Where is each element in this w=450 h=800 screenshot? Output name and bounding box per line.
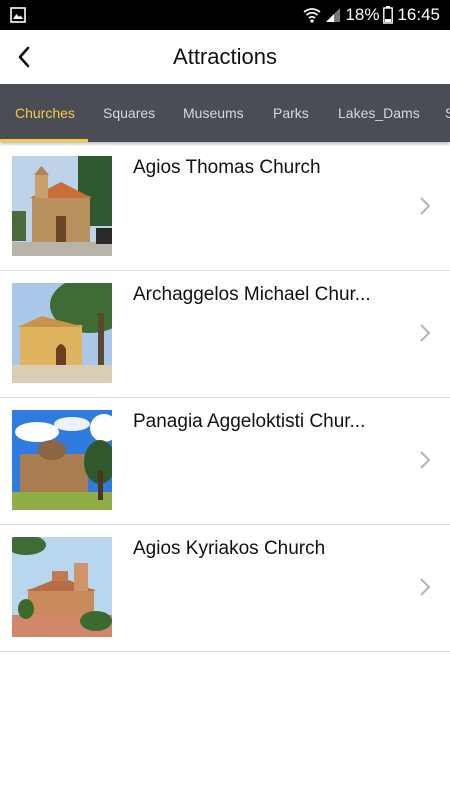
attractions-list: Agios Thomas Church Archaggelos Michael …: [0, 144, 450, 652]
battery-percent: 18%: [345, 5, 380, 24]
list-item[interactable]: Agios Thomas Church: [0, 144, 450, 271]
wifi-icon: [303, 8, 321, 23]
active-tab-indicator: [0, 139, 88, 142]
app-header: Attractions: [0, 30, 450, 84]
chevron-right-icon: [420, 451, 431, 469]
chevron-right-icon: [420, 197, 431, 215]
list-item-title: Agios Thomas Church: [133, 157, 321, 178]
tab-lakes-dams[interactable]: Lakes_Dams: [338, 84, 420, 142]
chevron-right-icon: [420, 324, 431, 342]
church-thumbnail: [12, 410, 112, 510]
tab-squares[interactable]: Squares: [103, 84, 155, 142]
page-title: Attractions: [173, 44, 277, 69]
tab-parks[interactable]: Parks: [273, 84, 309, 142]
tab-churches[interactable]: Churches: [15, 84, 75, 142]
image-notification-icon: [10, 7, 26, 23]
tab-partial-next[interactable]: S: [445, 84, 450, 142]
battery-icon: [383, 6, 394, 24]
list-item-title: Archaggelos Michael Chur...: [133, 284, 371, 305]
signal-icon: [326, 8, 341, 22]
list-item[interactable]: Archaggelos Michael Chur...: [0, 271, 450, 398]
church-thumbnail: [12, 156, 112, 256]
status-bar: 18% 16:45: [0, 0, 450, 30]
list-item-title: Panagia Aggeloktisti Chur...: [133, 411, 366, 432]
chevron-right-icon: [420, 578, 431, 596]
list-item-title: Agios Kyriakos Church: [133, 538, 326, 559]
church-thumbnail: [12, 283, 112, 383]
tab-museums[interactable]: Museums: [183, 84, 244, 142]
list-item[interactable]: Agios Kyriakos Church: [0, 525, 450, 652]
category-tab-bar[interactable]: Churches Squares Museums Parks Lakes_Dam…: [0, 84, 450, 142]
church-thumbnail: [12, 537, 112, 637]
list-item[interactable]: Panagia Aggeloktisti Chur...: [0, 398, 450, 525]
clock-time: 16:45: [397, 5, 440, 24]
